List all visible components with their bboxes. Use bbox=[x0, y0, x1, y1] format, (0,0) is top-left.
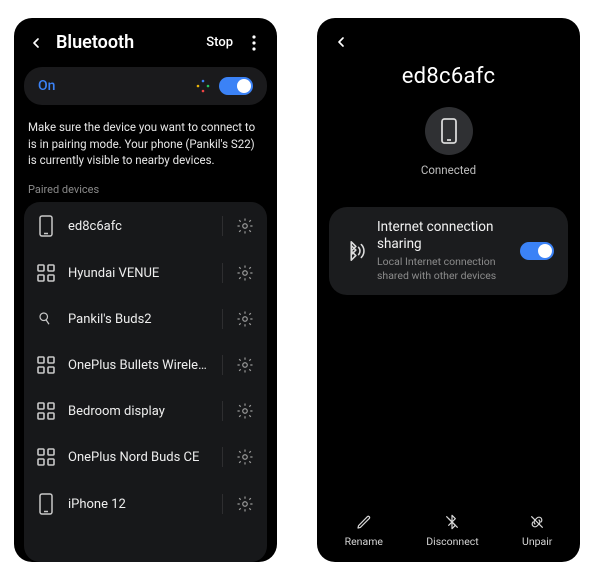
device-name: Pankil's Buds2 bbox=[68, 312, 210, 327]
device-name: Hyundai VENUE bbox=[68, 266, 210, 281]
more-icon[interactable] bbox=[245, 35, 263, 51]
unpair-icon bbox=[529, 513, 545, 531]
connection-status: Connected bbox=[421, 163, 476, 177]
device-type-icon bbox=[36, 356, 56, 374]
device-row[interactable]: ed8c6afc bbox=[24, 202, 267, 250]
back-icon[interactable] bbox=[28, 34, 46, 52]
device-type-icon bbox=[36, 310, 56, 328]
device-avatar-section: Connected bbox=[317, 107, 580, 177]
unpair-button[interactable]: Unpair bbox=[522, 513, 552, 548]
bluetooth-settings-screen: Bluetooth Stop On Make sure the device y… bbox=[14, 18, 277, 562]
device-title: ed8c6afc bbox=[317, 56, 580, 107]
rename-label: Rename bbox=[345, 535, 383, 548]
internet-sharing-text: Internet connection sharing Local Intern… bbox=[377, 219, 508, 283]
bluetooth-switch[interactable] bbox=[219, 77, 253, 95]
pencil-icon bbox=[356, 513, 372, 531]
disconnect-button[interactable]: Disconnect bbox=[426, 513, 478, 548]
internet-sharing-switch[interactable] bbox=[520, 242, 554, 260]
page-title: Bluetooth bbox=[56, 32, 196, 53]
device-type-icon bbox=[36, 448, 56, 466]
rename-button[interactable]: Rename bbox=[345, 513, 383, 548]
device-avatar bbox=[425, 107, 473, 155]
unpair-label: Unpair bbox=[522, 535, 552, 548]
gear-icon[interactable] bbox=[235, 448, 255, 466]
help-text: Make sure the device you want to connect… bbox=[14, 115, 277, 181]
stop-button[interactable]: Stop bbox=[206, 35, 233, 50]
gear-icon[interactable] bbox=[235, 264, 255, 282]
divider bbox=[222, 263, 223, 283]
device-type-icon bbox=[36, 264, 56, 282]
device-row[interactable]: OnePlus Nord Buds CE bbox=[24, 434, 267, 480]
device-name: iPhone 12 bbox=[68, 497, 210, 512]
back-icon[interactable] bbox=[333, 34, 564, 50]
device-type-icon bbox=[36, 215, 56, 237]
bottom-actions: Rename Disconnect Unpair bbox=[317, 507, 580, 554]
divider bbox=[222, 309, 223, 329]
device-row[interactable]: iPhone 12 bbox=[24, 480, 267, 528]
gear-icon[interactable] bbox=[235, 495, 255, 513]
device-row[interactable]: Pankil's Buds2 bbox=[24, 296, 267, 342]
divider bbox=[222, 216, 223, 236]
device-detail-screen: ed8c6afc Connected Internet connection s… bbox=[317, 18, 580, 562]
header: Bluetooth Stop bbox=[14, 18, 277, 63]
bluetooth-tether-icon bbox=[343, 240, 365, 262]
paired-devices-list: ed8c6afc Hyundai VENUE Pankil's Buds2 OnePl… bbox=[24, 202, 267, 562]
bluetooth-off-icon bbox=[444, 513, 460, 531]
internet-sharing-title: Internet connection sharing bbox=[377, 219, 508, 253]
header bbox=[317, 18, 580, 56]
divider bbox=[222, 355, 223, 375]
device-type-icon bbox=[36, 402, 56, 420]
bluetooth-toggle-row[interactable]: On bbox=[24, 67, 267, 105]
divider bbox=[222, 447, 223, 467]
divider bbox=[222, 401, 223, 421]
bluetooth-on-label: On bbox=[38, 78, 195, 94]
paired-devices-label: Paired devices bbox=[14, 181, 277, 202]
device-name: OnePlus Nord Buds CE bbox=[68, 450, 210, 465]
device-name: OnePlus Bullets Wireless Z bbox=[68, 358, 210, 373]
device-row[interactable]: Hyundai VENUE bbox=[24, 250, 267, 296]
sparkle-icon bbox=[195, 78, 211, 94]
internet-sharing-card[interactable]: Internet connection sharing Local Intern… bbox=[329, 207, 568, 295]
device-type-icon bbox=[36, 493, 56, 515]
device-name: ed8c6afc bbox=[68, 219, 210, 234]
internet-sharing-subtitle: Local Internet connection shared with ot… bbox=[377, 255, 508, 283]
divider bbox=[222, 494, 223, 514]
device-row[interactable]: Bedroom display bbox=[24, 388, 267, 434]
device-row[interactable]: OnePlus Bullets Wireless Z bbox=[24, 342, 267, 388]
device-name: Bedroom display bbox=[68, 404, 210, 419]
disconnect-label: Disconnect bbox=[426, 535, 478, 548]
gear-icon[interactable] bbox=[235, 217, 255, 235]
gear-icon[interactable] bbox=[235, 310, 255, 328]
gear-icon[interactable] bbox=[235, 402, 255, 420]
gear-icon[interactable] bbox=[235, 356, 255, 374]
